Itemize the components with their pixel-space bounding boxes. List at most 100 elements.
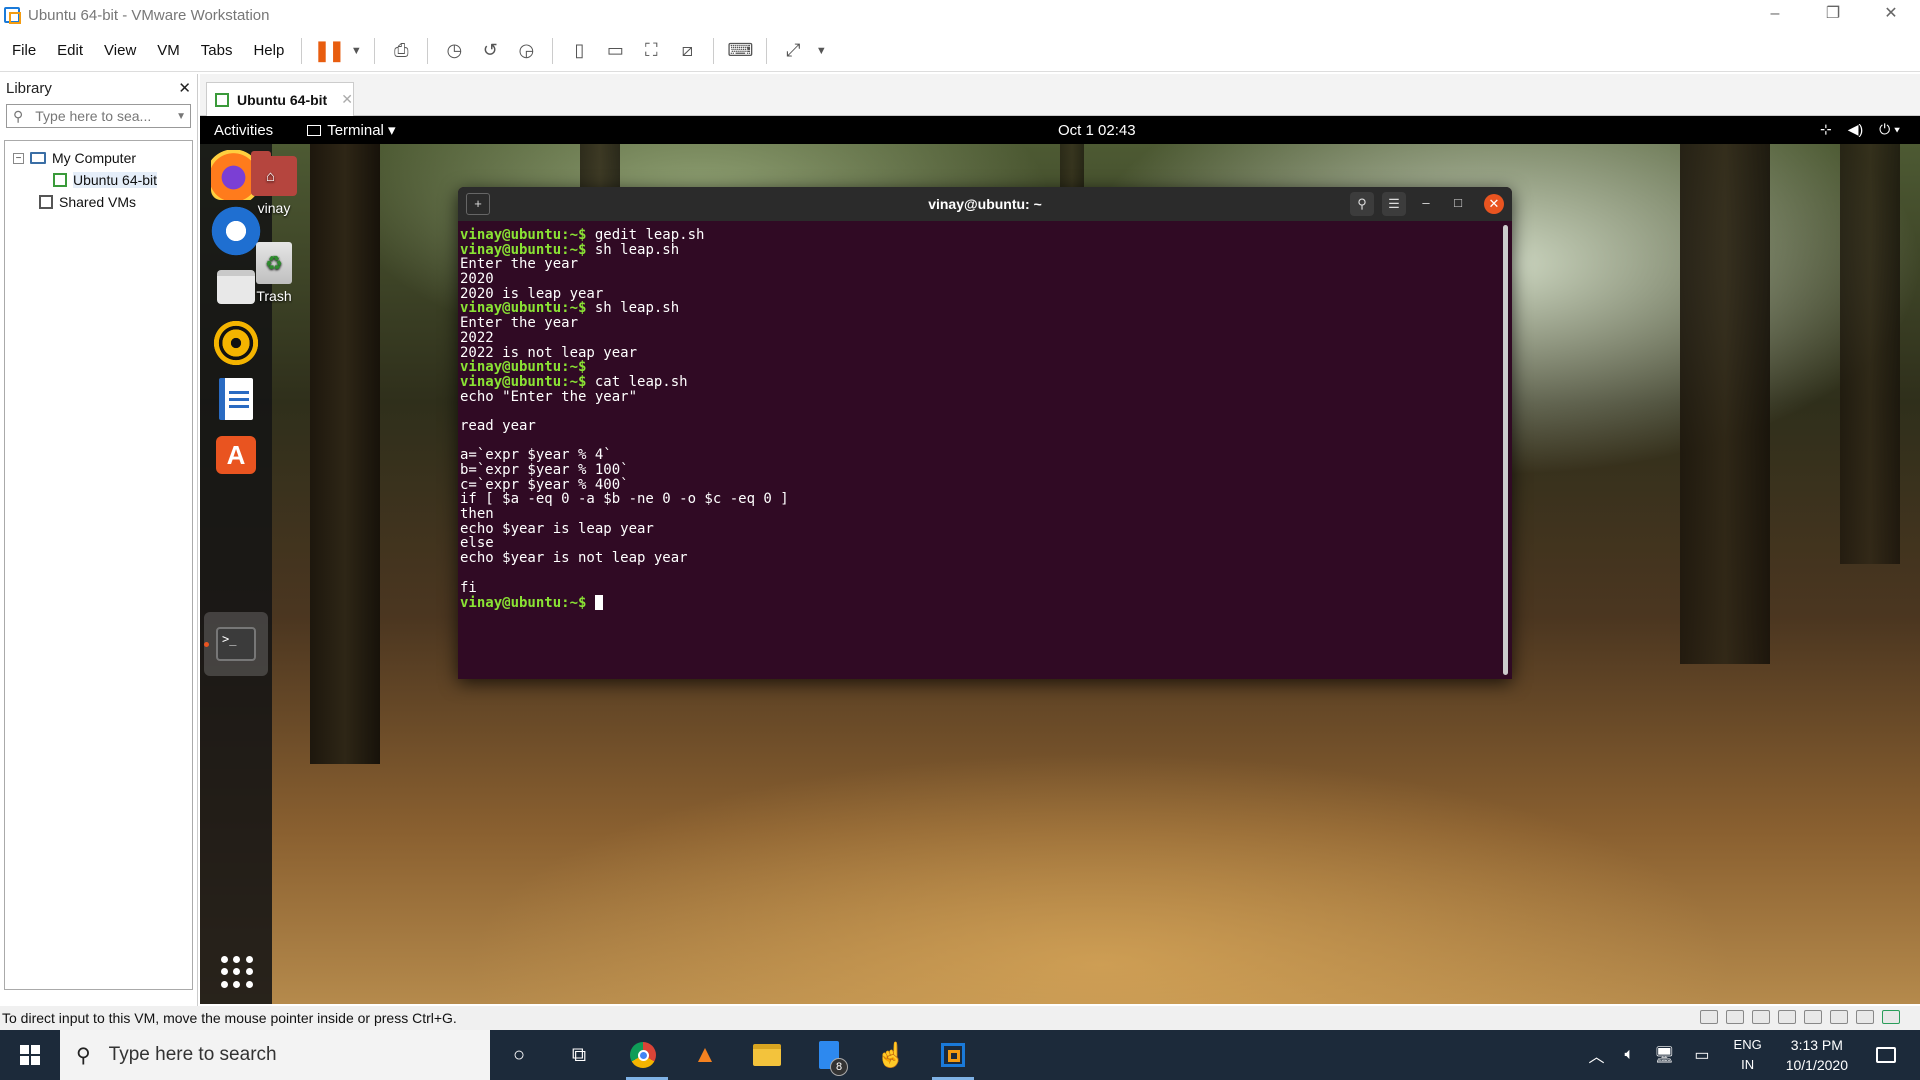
- terminal-prompt: vinay@ubuntu:~$: [460, 359, 587, 376]
- search-icon[interactable]: ⚲: [1350, 192, 1374, 216]
- library-close-icon[interactable]: ✕: [178, 79, 191, 97]
- terminal-window[interactable]: + vinay@ubuntu: ~ ⚲ ☰ – □ ✕ vinay@ubuntu…: [458, 187, 1512, 679]
- window-title: Ubuntu 64-bit - VMware Workstation: [28, 6, 270, 24]
- terminal-output[interactable]: vinay@ubuntu:~$ gedit leap.sh vinay@ubunt…: [458, 221, 1512, 617]
- tree-label-my-computer: My Computer: [52, 150, 137, 166]
- running-indicator: [204, 642, 209, 647]
- ubuntu-software-icon[interactable]: A: [211, 430, 261, 480]
- computer-icon: [30, 152, 46, 164]
- minimize-button[interactable]: –: [1746, 0, 1804, 30]
- pause-icon[interactable]: ❚❚: [312, 35, 346, 67]
- rhythmbox-icon[interactable]: [211, 318, 261, 368]
- unity-icon[interactable]: ⧄: [671, 35, 703, 67]
- stretch-icon[interactable]: ⤢: [777, 35, 809, 67]
- vm-screen[interactable]: Activities Terminal ▾ Oct 1 02:43 ⊹ ◀) ⏻…: [200, 116, 1920, 1004]
- stretch-dropdown-icon[interactable]: ▼: [813, 35, 829, 67]
- status-message: To direct input to this VM, move the mou…: [2, 1010, 457, 1026]
- terminal-line: if [ $a -eq 0 -a $b -ne 0 -o $c -eq 0 ]: [460, 492, 1510, 507]
- network-icon[interactable]: 🖥︎: [1654, 1045, 1674, 1065]
- action-center-icon[interactable]: [1876, 1047, 1896, 1063]
- revert-snapshot-icon[interactable]: ↺: [474, 35, 506, 67]
- search-icon: ⚲: [13, 107, 24, 124]
- system-menu[interactable]: ⊹ ◀) ⏻ ▾: [1820, 121, 1900, 138]
- terminal-scrollbar[interactable]: [1503, 225, 1508, 675]
- vmware-taskbar-icon[interactable]: [936, 1038, 970, 1072]
- usb-icon[interactable]: [1830, 1010, 1848, 1024]
- sound-card-icon[interactable]: [1804, 1010, 1822, 1024]
- terminal-text: then: [460, 506, 494, 523]
- gnome-clock[interactable]: Oct 1 02:43: [1058, 122, 1136, 139]
- message-log-icon[interactable]: [1882, 1010, 1900, 1024]
- maximize-icon[interactable]: □: [1446, 192, 1470, 216]
- send-ctrl-alt-del-icon[interactable]: ⎙: [385, 35, 417, 67]
- close-icon[interactable]: ✕: [1484, 194, 1504, 214]
- system-tray: ︿ 🔈︎ 🖥︎ ▭ ENG IN 3:13 PM 10/1/2020: [1578, 1030, 1920, 1080]
- terminal-line: vinay@ubuntu:~$ cat leap.sh: [460, 375, 1510, 390]
- cd-dvd-icon[interactable]: [1726, 1010, 1744, 1024]
- terminal-line: then: [460, 507, 1510, 522]
- close-button[interactable]: ✕: [1862, 0, 1920, 30]
- tree-item-shared-vms[interactable]: Shared VMs: [5, 191, 192, 213]
- app-menu-terminal[interactable]: Terminal ▾: [307, 121, 396, 139]
- menu-file[interactable]: File: [0, 42, 45, 59]
- toolbar-separator: [713, 37, 715, 64]
- app-with-badge-icon[interactable]: 8: [812, 1038, 848, 1076]
- menu-vm[interactable]: VM: [145, 42, 189, 59]
- show-applications-icon[interactable]: [221, 956, 253, 988]
- minimize-icon[interactable]: –: [1414, 192, 1438, 216]
- network-adapter-icon[interactable]: [1752, 1010, 1770, 1024]
- activities-button[interactable]: Activities: [214, 122, 273, 139]
- hard-disk-icon[interactable]: [1700, 1010, 1718, 1024]
- chevron-up-icon[interactable]: ︿: [1588, 1043, 1604, 1067]
- new-tab-icon[interactable]: +: [466, 193, 490, 215]
- snapshot-icon[interactable]: ◷: [438, 35, 470, 67]
- terminal-text: echo $year is not leap year: [460, 550, 688, 567]
- terminal-dock-icon[interactable]: >_: [211, 619, 261, 669]
- terminal-line: else: [460, 536, 1510, 551]
- pause-dropdown-icon[interactable]: ▼: [348, 35, 364, 67]
- desktop-home-folder[interactable]: ⌂ vinay: [234, 151, 314, 216]
- chrome-icon[interactable]: [626, 1038, 660, 1072]
- libreoffice-writer-icon[interactable]: [211, 374, 261, 424]
- menu-tabs[interactable]: Tabs: [189, 42, 242, 59]
- restore-button[interactable]: ❐: [1804, 0, 1862, 30]
- pointer-app-icon[interactable]: ☝: [874, 1038, 908, 1072]
- terminal-line: a=`expr $year % 4`: [460, 448, 1510, 463]
- tab-close-icon[interactable]: ✕: [341, 91, 353, 108]
- taskbar-search-box[interactable]: ⚲ Type here to search: [60, 1030, 490, 1080]
- terminal-line: 2020: [460, 272, 1510, 287]
- tree-item-my-computer[interactable]: − My Computer: [5, 147, 192, 169]
- vlc-icon[interactable]: ▲: [688, 1038, 722, 1072]
- collapse-icon[interactable]: −: [13, 152, 24, 164]
- start-button[interactable]: [0, 1030, 60, 1080]
- show-library-icon[interactable]: ▯: [563, 35, 595, 67]
- app-menu-label: Terminal ▾: [327, 122, 396, 139]
- battery-icon[interactable]: ▭: [1694, 1045, 1709, 1065]
- snapshot-manager-icon[interactable]: ◶: [510, 35, 542, 67]
- file-explorer-icon[interactable]: [750, 1038, 784, 1072]
- tree-item-ubuntu[interactable]: Ubuntu 64-bit: [5, 169, 192, 191]
- menu-edit[interactable]: Edit: [45, 42, 92, 59]
- library-search-input[interactable]: ⚲ Type here to sea... ▼: [6, 104, 191, 128]
- hamburger-menu-icon[interactable]: ☰: [1382, 192, 1406, 216]
- network-icon: ⊹: [1819, 121, 1832, 137]
- volume-icon[interactable]: 🔈︎: [1624, 1046, 1634, 1064]
- desktop-trash[interactable]: ♻ Trash: [234, 242, 314, 304]
- vm-icon: [53, 173, 67, 187]
- cortana-icon[interactable]: ○: [502, 1038, 536, 1072]
- thumbnail-bar-icon[interactable]: ▭: [599, 35, 631, 67]
- chevron-down-icon[interactable]: ▼: [176, 111, 186, 122]
- usb-icon-2[interactable]: [1856, 1010, 1874, 1024]
- language-indicator[interactable]: ENG IN: [1734, 1035, 1762, 1075]
- tab-ubuntu[interactable]: Ubuntu 64-bit ✕: [206, 82, 354, 116]
- menu-help[interactable]: Help: [241, 42, 293, 59]
- console-view-icon[interactable]: ⌨: [724, 35, 756, 67]
- task-view-icon[interactable]: ⧉: [562, 1038, 596, 1072]
- menu-view[interactable]: View: [92, 42, 145, 59]
- printer-icon[interactable]: [1778, 1010, 1796, 1024]
- full-screen-icon[interactable]: ⛶: [635, 35, 667, 67]
- toolbar-separator: [374, 37, 376, 64]
- taskbar-clock[interactable]: 3:13 PM 10/1/2020: [1786, 1035, 1848, 1075]
